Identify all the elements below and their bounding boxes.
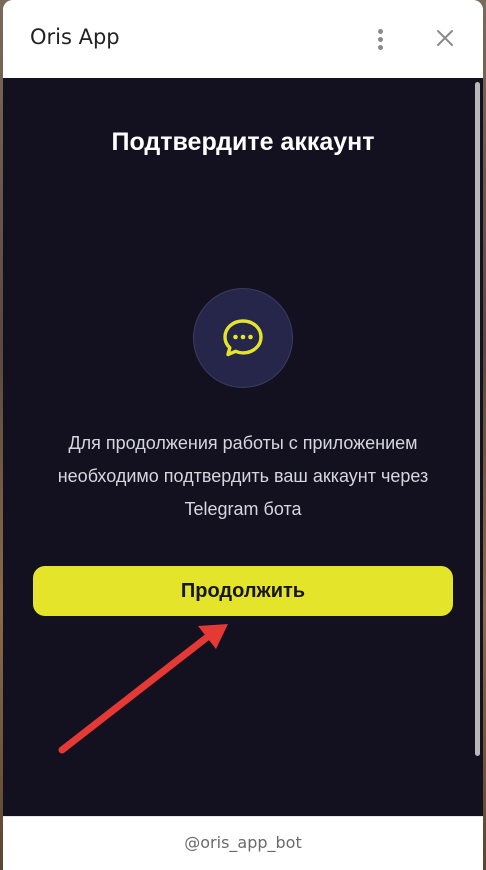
scrollbar[interactable] xyxy=(472,78,483,816)
description-line: необходимо подтвердить ваш аккаунт через xyxy=(57,466,429,486)
description-text: Для продолжения работы с приложением нео… xyxy=(23,427,463,526)
more-vertical-icon[interactable] xyxy=(365,24,395,54)
page-title: Подтвердите аккаунт xyxy=(111,128,375,156)
close-icon[interactable] xyxy=(431,24,459,52)
description-line: Telegram бота xyxy=(184,499,302,519)
title-bar: Oris App xyxy=(3,0,483,78)
app-window: Oris App Подтвердите аккаунт Для продолж… xyxy=(3,0,483,870)
footer: @oris_app_bot xyxy=(3,816,483,870)
continue-button[interactable]: Продолжить xyxy=(33,566,453,616)
app-title: Oris App xyxy=(30,25,120,49)
scrollbar-thumb[interactable] xyxy=(475,82,480,756)
chat-bubble-icon xyxy=(193,288,293,388)
description-line: Для продолжения работы с приложением xyxy=(68,433,418,453)
bot-handle: @oris_app_bot xyxy=(184,833,302,852)
